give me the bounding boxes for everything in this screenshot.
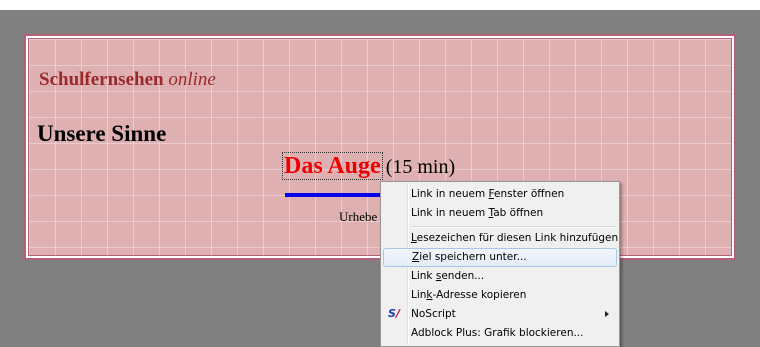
menu-item-open-new-window[interactable]: Link in neuem Fenster öffnen	[383, 185, 617, 204]
video-title-line: Das Auge (15 min)	[282, 152, 456, 180]
menu-item-send-link[interactable]: Link senden...	[383, 267, 617, 286]
noscript-icon: S/	[388, 307, 400, 320]
menu-item-open-new-tab[interactable]: Link in neuem Tab öffnen	[383, 204, 617, 223]
menu-item-bookmark-link[interactable]: Lesezeichen für diesen Link hinzufügen	[383, 229, 618, 248]
credit-text: Urhebe	[339, 209, 378, 224]
site-brand[interactable]: Schulfernsehen online	[39, 69, 216, 91]
context-menu: Link in neuem Fenster öffnen Link in neu…	[380, 181, 620, 347]
menu-item-adblock-block-image[interactable]: Adblock Plus: Grafik blockieren...	[383, 324, 617, 343]
video-duration: (15 min)	[385, 156, 456, 178]
menu-item-save-link-as[interactable]: Ziel speichern unter...	[383, 248, 617, 267]
menu-separator	[411, 226, 615, 228]
menu-item-noscript[interactable]: S/ NoScript	[383, 305, 617, 324]
page-heading: Unsere Sinne	[37, 121, 167, 146]
video-title-link[interactable]: Das Auge	[282, 152, 383, 180]
brand-name: Schulfernsehen	[39, 69, 164, 90]
menu-item-copy-link-address[interactable]: Link-Adresse kopieren	[383, 286, 617, 305]
brand-suffix: online	[168, 69, 216, 90]
page-viewport: Schulfernsehen online Unsere Sinne Das A…	[0, 10, 760, 347]
submenu-arrow-icon	[605, 311, 609, 317]
